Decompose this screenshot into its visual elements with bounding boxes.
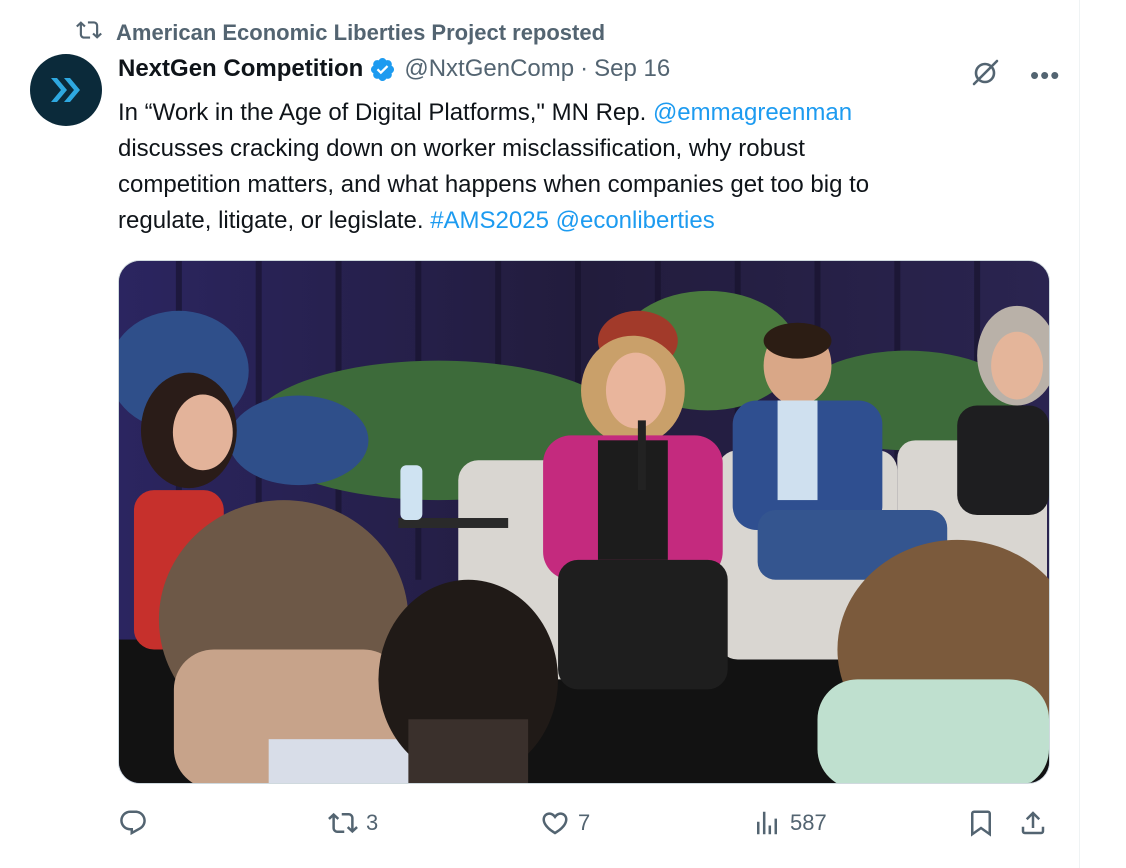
bookmark-icon (971, 810, 991, 837)
tweet-header: NextGen Competition @NxtGenComp · Sep 16 (118, 55, 670, 83)
tweet-date[interactable]: Sep 16 (594, 55, 670, 83)
mention-link[interactable]: @emmagreenman (653, 99, 852, 126)
verified-badge-icon[interactable] (369, 56, 396, 83)
panel-photo-image (119, 261, 1049, 783)
separator-dot: · (580, 55, 589, 82)
more-options-icon[interactable]: ••• (1030, 62, 1060, 88)
views-chart-icon (757, 811, 777, 835)
like-count: 7 (578, 810, 591, 835)
hashtag-link[interactable]: #AMS2025 (430, 207, 549, 234)
double-chevron-logo-icon (51, 78, 80, 102)
heart-icon (542, 812, 568, 835)
tweet-actions-bar: 3 7 587 (118, 808, 1050, 844)
tweet-top-actions: ••• (970, 56, 1060, 93)
views-button[interactable]: 587 (752, 808, 827, 838)
reply-icon (120, 810, 146, 836)
repost-context-text[interactable]: American Economic Liberties Project repo… (116, 20, 605, 46)
repost-count: 3 (366, 810, 379, 835)
repost-icon (328, 812, 358, 834)
repost-button[interactable]: 3 (328, 808, 378, 838)
author-handle[interactable]: @NxtGenComp (404, 55, 574, 83)
tweet-text: In “Work in the Age of Digital Platforms… (118, 95, 1038, 239)
reply-button[interactable] (118, 808, 156, 838)
tweet-text-line: discusses cracking down on worker miscla… (118, 135, 805, 162)
grok-icon[interactable] (970, 56, 1002, 93)
avatar[interactable] (30, 54, 102, 126)
share-button[interactable] (1018, 808, 1048, 838)
author-name[interactable]: NextGen Competition (118, 55, 363, 83)
tweet-text-part: regulate, litigate, or legislate. (118, 207, 431, 234)
tweet-photo[interactable] (118, 260, 1050, 784)
bookmark-button[interactable] (966, 808, 996, 838)
tweet-text-part: In “Work in the Age of Digital Platforms… (118, 99, 653, 126)
mention-link[interactable]: @econliberties (556, 207, 715, 234)
repost-context[interactable]: American Economic Liberties Project repo… (76, 17, 605, 49)
tweet-text-line: competition matters, and what happens wh… (118, 171, 870, 198)
repost-icon (76, 17, 102, 49)
tweet-card[interactable]: American Economic Liberties Project repo… (0, 0, 1080, 868)
views-count: 587 (790, 810, 827, 835)
like-button[interactable]: 7 (540, 808, 590, 838)
share-icon (1021, 811, 1045, 835)
